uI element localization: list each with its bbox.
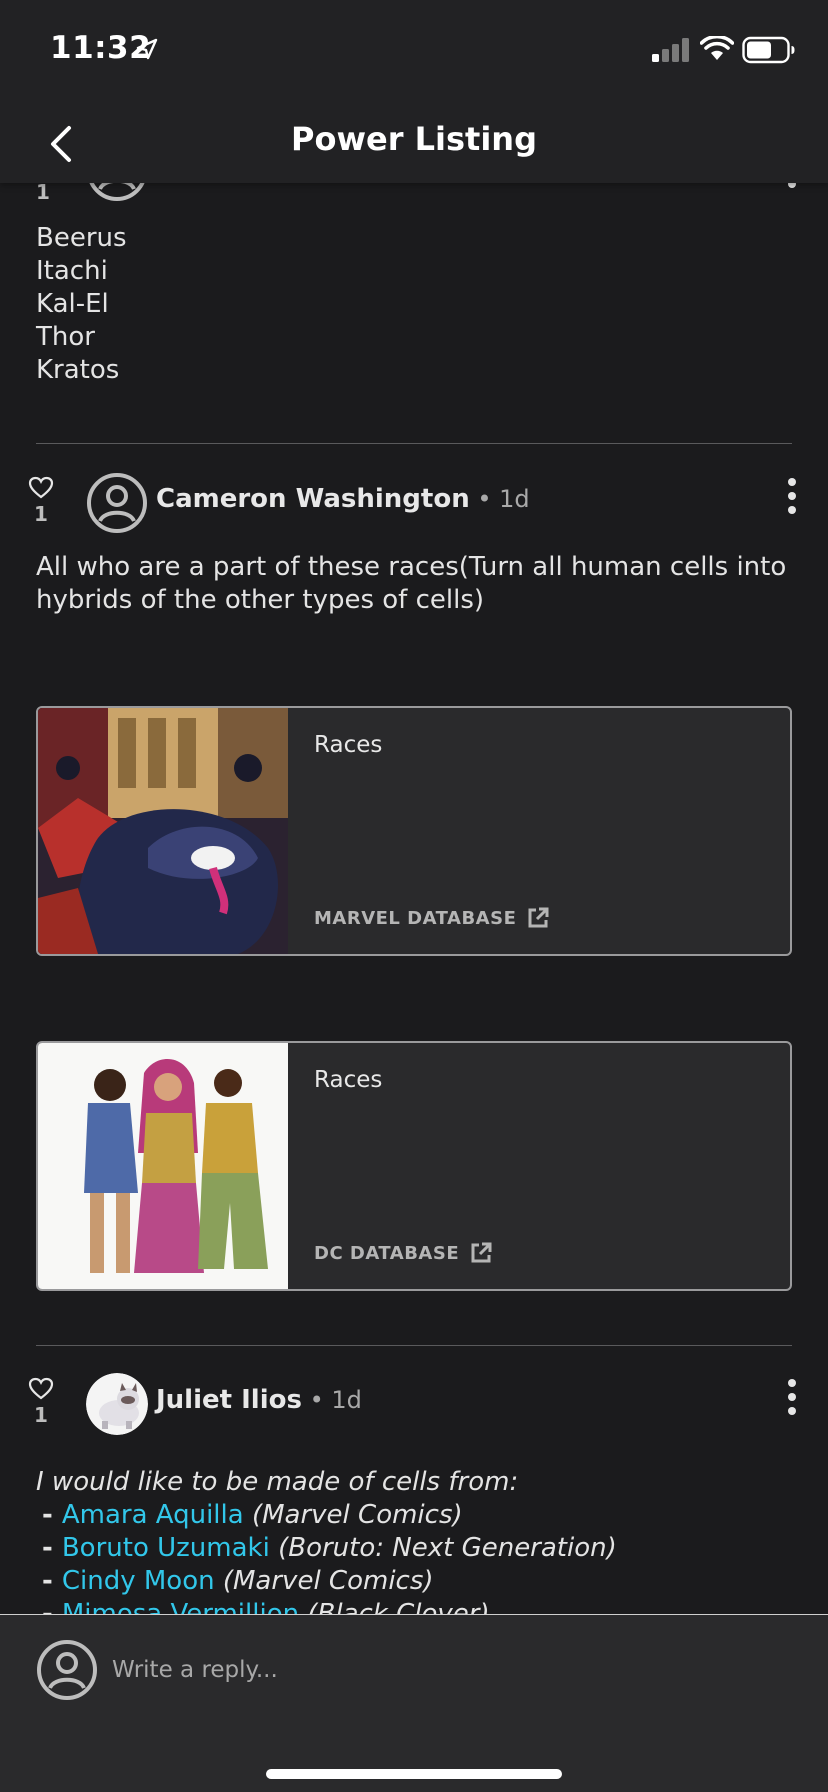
like-count: 1 bbox=[34, 1403, 48, 1427]
comment-intro: I would like to be made of cells from: bbox=[36, 1467, 519, 1497]
like-count: 1 bbox=[34, 502, 48, 526]
status-bar: 11:32 bbox=[0, 0, 828, 100]
battery-icon bbox=[742, 36, 795, 64]
character-link[interactable]: Amara Aquilla bbox=[62, 1500, 244, 1530]
heart-icon[interactable] bbox=[28, 476, 54, 500]
comment-text: All who are a part of these races(Turn a… bbox=[36, 552, 787, 615]
wifi-icon bbox=[700, 36, 734, 60]
link-card-marvel-races[interactable]: Races MARVEL DATABASE bbox=[36, 706, 792, 956]
comment-timestamp: • 1d bbox=[469, 485, 530, 513]
list-line: Beerus bbox=[36, 223, 127, 253]
card-title: Races bbox=[314, 1067, 383, 1093]
list-item: - Boruto Uzumaki (Boruto: Next Generatio… bbox=[42, 1533, 617, 1563]
location-arrow-icon bbox=[136, 38, 158, 60]
comment-author-line: Cameron Washington • 1d bbox=[156, 484, 530, 514]
navigation-header: Power Listing bbox=[0, 100, 828, 183]
external-link-icon bbox=[528, 907, 549, 928]
card-source-label: DC DATABASE bbox=[314, 1242, 460, 1264]
like-button[interactable]: 1 bbox=[28, 1377, 54, 1427]
venom-artwork-image bbox=[38, 708, 288, 954]
list-line: Kratos bbox=[36, 355, 120, 385]
comments-feed[interactable]: 1 Beerus Itachi Kal-El Thor Kratos 1 Cam… bbox=[0, 0, 828, 1614]
author-name[interactable]: Cameron Washington bbox=[156, 484, 470, 514]
character-link[interactable]: Cindy Moon bbox=[62, 1566, 215, 1596]
list-item: - Mimosa Vermillion (Black Clover) bbox=[36, 1598, 796, 1614]
character-link[interactable]: Boruto Uzumaki bbox=[62, 1533, 270, 1563]
list-line: Thor bbox=[36, 322, 95, 352]
card-source-label: MARVEL DATABASE bbox=[314, 907, 517, 929]
comment-divider bbox=[36, 443, 792, 444]
list-line: Kal-El bbox=[36, 289, 109, 319]
like-button[interactable]: 1 bbox=[28, 476, 54, 526]
reply-bar bbox=[0, 1614, 828, 1792]
user-avatar-photo[interactable] bbox=[86, 1373, 148, 1435]
more-options-icon[interactable] bbox=[786, 478, 798, 514]
list-item: - Amara Aquilla (Marvel Comics) bbox=[42, 1500, 463, 1530]
card-source: MARVEL DATABASE bbox=[314, 906, 550, 930]
list-line: Itachi bbox=[36, 256, 108, 286]
previous-comment-body: Beerus Itachi Kal-El Thor Kratos bbox=[36, 222, 127, 387]
amazons-artwork-image bbox=[38, 1043, 288, 1289]
card-title: Races bbox=[314, 732, 383, 758]
heart-icon[interactable] bbox=[28, 1377, 54, 1401]
like-count: 1 bbox=[36, 180, 50, 204]
page-title: Power Listing bbox=[291, 120, 537, 158]
author-name[interactable]: Juliet Ilios bbox=[156, 1385, 302, 1415]
link-card-dc-races[interactable]: Races DC DATABASE bbox=[36, 1041, 792, 1291]
comment-text: I would like to be made of cells from: -… bbox=[36, 1466, 796, 1614]
more-options-icon[interactable] bbox=[786, 1379, 798, 1415]
home-indicator bbox=[266, 1769, 562, 1779]
cellular-signal-icon bbox=[652, 38, 689, 62]
comment-divider bbox=[36, 1345, 792, 1346]
character-link[interactable]: Mimosa Vermillion bbox=[62, 1599, 299, 1614]
list-item: - Cindy Moon (Marvel Comics) bbox=[42, 1566, 434, 1596]
user-avatar-icon[interactable] bbox=[86, 472, 148, 534]
top-bar: 11:32 Power Listing bbox=[0, 0, 828, 183]
reply-input[interactable] bbox=[112, 1645, 762, 1695]
comment-author-line: Juliet Ilios • 1d bbox=[156, 1385, 362, 1415]
external-link-icon bbox=[471, 1242, 492, 1263]
card-source: DC DATABASE bbox=[314, 1241, 493, 1265]
user-avatar-icon bbox=[37, 1640, 97, 1700]
comment-timestamp: • 1d bbox=[301, 1386, 362, 1414]
